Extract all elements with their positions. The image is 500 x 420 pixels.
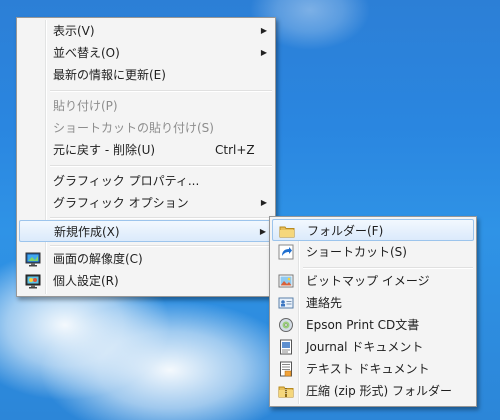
menu-item-label: 並べ替え(O) bbox=[53, 46, 120, 60]
menu-separator bbox=[50, 245, 272, 247]
submenu-arrow-icon: ▶ bbox=[260, 26, 267, 35]
menu-item-sort-by[interactable]: 並べ替え(O) ▶ bbox=[19, 42, 273, 64]
personalize-icon bbox=[25, 273, 41, 289]
menu-item-label: 表示(V) bbox=[53, 24, 95, 38]
submenu-item-text-document[interactable]: テキスト ドキュメント bbox=[272, 358, 474, 380]
menu-item-label: 連絡先 bbox=[306, 296, 343, 310]
menu-item-label: ビットマップ イメージ bbox=[306, 274, 430, 288]
menu-separator bbox=[303, 267, 473, 269]
menu-item-undo-delete[interactable]: 元に戻す - 削除(U) Ctrl+Z bbox=[19, 139, 273, 161]
menu-item-label: フォルダー(F) bbox=[307, 224, 384, 238]
menu-item-label: グラフィック プロパティ... bbox=[53, 174, 200, 188]
menu-item-label: 元に戻す - 削除(U) bbox=[53, 143, 156, 157]
menu-item-graphics-properties[interactable]: グラフィック プロパティ... bbox=[19, 170, 273, 192]
shortcut-icon bbox=[278, 244, 294, 260]
menu-item-paste-shortcut[interactable]: ショートカットの貼り付け(S) bbox=[19, 117, 273, 139]
menu-item-label: テキスト ドキュメント bbox=[306, 362, 430, 376]
submenu-arrow-icon: ▶ bbox=[260, 48, 267, 57]
menu-separator bbox=[50, 90, 272, 92]
submenu-arrow-icon: ▶ bbox=[259, 227, 266, 236]
menu-item-label: Journal ドキュメント bbox=[306, 340, 424, 354]
menu-item-label: 新規作成(X) bbox=[54, 225, 120, 239]
menu-item-label: 最新の情報に更新(E) bbox=[53, 68, 166, 82]
menu-item-view[interactable]: 表示(V) ▶ bbox=[19, 20, 273, 42]
journal-icon bbox=[278, 339, 294, 355]
menu-item-label: 圧縮 (zip 形式) フォルダー bbox=[306, 384, 453, 398]
menu-item-label: Epson Print CD文書 bbox=[306, 318, 420, 332]
bitmap-icon bbox=[278, 273, 294, 289]
menu-separator bbox=[50, 165, 272, 167]
text-document-icon bbox=[278, 361, 294, 377]
epson-cd-icon bbox=[278, 317, 294, 333]
menu-item-label: 貼り付け(P) bbox=[53, 99, 118, 113]
menu-item-label: グラフィック オプション bbox=[53, 196, 189, 210]
submenu-item-journal-document[interactable]: Journal ドキュメント bbox=[272, 336, 474, 358]
zip-folder-icon bbox=[278, 383, 294, 399]
menu-separator bbox=[50, 217, 272, 219]
menu-item-new[interactable]: 新規作成(X) ▶ bbox=[19, 220, 273, 242]
menu-item-label: 個人設定(R) bbox=[53, 274, 119, 288]
menu-item-refresh[interactable]: 最新の情報に更新(E) bbox=[19, 64, 273, 86]
menu-item-shortcut: Ctrl+Z bbox=[215, 143, 255, 157]
contact-icon bbox=[278, 295, 294, 311]
menu-item-graphics-options[interactable]: グラフィック オプション ▶ bbox=[19, 192, 273, 214]
menu-item-screen-resolution[interactable]: 画面の解像度(C) bbox=[19, 248, 273, 270]
desktop-context-menu: 表示(V) ▶ 並べ替え(O) ▶ 最新の情報に更新(E) 貼り付け(P) ショ… bbox=[16, 17, 276, 297]
menu-item-personalize[interactable]: 個人設定(R) bbox=[19, 270, 273, 292]
submenu-item-contact[interactable]: 連絡先 bbox=[272, 292, 474, 314]
submenu-item-zip-folder[interactable]: 圧縮 (zip 形式) フォルダー bbox=[272, 380, 474, 402]
submenu-item-bitmap-image[interactable]: ビットマップ イメージ bbox=[272, 270, 474, 292]
folder-icon bbox=[279, 223, 295, 239]
menu-item-label: ショートカットの貼り付け(S) bbox=[53, 121, 214, 135]
submenu-item-folder[interactable]: フォルダー(F) bbox=[272, 219, 474, 241]
submenu-item-shortcut[interactable]: ショートカット(S) bbox=[272, 241, 474, 263]
new-submenu: フォルダー(F) ショートカット(S) ビットマップ イメージ 連絡先 Epso… bbox=[269, 216, 477, 407]
submenu-item-epson-print-cd[interactable]: Epson Print CD文書 bbox=[272, 314, 474, 336]
menu-item-paste[interactable]: 貼り付け(P) bbox=[19, 95, 273, 117]
display-icon bbox=[25, 251, 41, 267]
menu-item-label: 画面の解像度(C) bbox=[53, 252, 143, 266]
submenu-arrow-icon: ▶ bbox=[260, 198, 267, 207]
menu-item-label: ショートカット(S) bbox=[306, 245, 407, 259]
